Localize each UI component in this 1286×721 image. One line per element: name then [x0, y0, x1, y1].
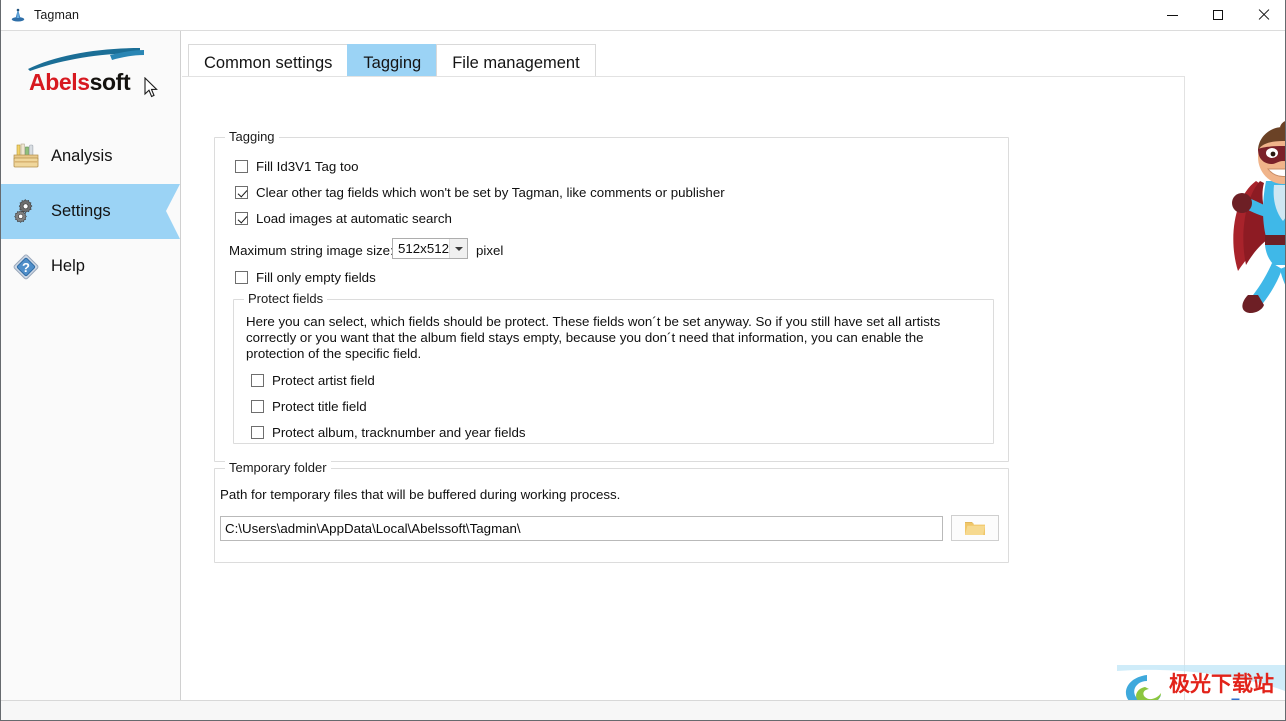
selection-arrow-icon: [166, 184, 180, 239]
tab-label: File management: [452, 53, 580, 72]
sidebar-item-label: Settings: [51, 202, 111, 220]
checkbox-label: Protect album, tracknumber and year fiel…: [272, 425, 526, 440]
checkbox-protect-album[interactable]: Protect album, tracknumber and year fiel…: [251, 425, 526, 440]
question-diamond-icon: ?: [11, 252, 41, 282]
tab-strip: Common settings Tagging File management: [182, 36, 1285, 81]
temporary-folder-group-title: Temporary folder: [225, 460, 331, 475]
temp-path-input[interactable]: C:\Users\admin\AppData\Local\Abelssoft\T…: [220, 516, 943, 541]
browse-folder-button[interactable]: [951, 515, 999, 541]
combobox-value: 512x512: [398, 241, 450, 256]
temp-path-value: C:\Users\admin\AppData\Local\Abelssoft\T…: [225, 521, 521, 536]
checkbox-box[interactable]: [251, 426, 264, 439]
status-bar: [1, 700, 1285, 720]
brand-logo: Abelssoft: [1, 31, 180, 109]
toolbox-icon: [11, 142, 41, 172]
checkbox-box[interactable]: [251, 374, 264, 387]
checkbox-box[interactable]: [235, 160, 248, 173]
checkbox-label: Clear other tag fields which won't be se…: [256, 185, 725, 200]
svg-text:极光下载站: 极光下载站: [1169, 672, 1274, 696]
maximize-button[interactable]: [1195, 0, 1241, 30]
maximize-icon: [1213, 10, 1223, 20]
checkbox-protect-artist[interactable]: Protect artist field: [251, 373, 375, 388]
pixel-unit-label: pixel: [476, 243, 504, 258]
folder-icon: [965, 522, 985, 535]
checkbox-box[interactable]: [251, 400, 264, 413]
brand-name-dark: soft: [89, 69, 131, 95]
sidebar-item-help[interactable]: ? Help: [1, 239, 180, 294]
checkbox-protect-title[interactable]: Protect title field: [251, 399, 367, 414]
brand-name-red: Abels: [29, 69, 90, 95]
temporary-folder-group: Temporary folder Path for temporary file…: [214, 460, 1009, 563]
svg-text:?: ?: [22, 260, 30, 275]
sidebar-item-label: Analysis: [51, 147, 113, 165]
application-window: Tagman Abelssoft Analysis Settings ? Hel…: [0, 0, 1286, 721]
checkbox-box[interactable]: [235, 186, 248, 199]
brand-wordmark: Abelssoft: [29, 69, 131, 96]
checkbox-clear-other-tag-fields[interactable]: Clear other tag fields which won't be se…: [235, 185, 725, 200]
checkbox-label: Load images at automatic search: [256, 211, 452, 226]
title-bar: Tagman: [1, 0, 1285, 31]
content-area: Common settings Tagging File management …: [182, 31, 1285, 701]
checkbox-box[interactable]: [235, 271, 248, 284]
checkbox-fill-id3v1[interactable]: Fill Id3V1 Tag too: [235, 159, 359, 174]
checkbox-load-images[interactable]: Load images at automatic search: [235, 211, 452, 226]
temporary-folder-description: Path for temporary files that will be bu…: [220, 487, 621, 502]
minimize-icon: [1166, 14, 1178, 16]
tagging-group-title: Tagging: [225, 129, 279, 144]
checkbox-fill-only-empty[interactable]: Fill only empty fields: [235, 270, 376, 285]
minimize-button[interactable]: [1149, 0, 1195, 30]
checkbox-box[interactable]: [235, 212, 248, 225]
sidebar-item-settings[interactable]: Settings: [1, 184, 180, 239]
checkbox-label: Protect artist field: [272, 373, 375, 388]
tab-label: Common settings: [204, 53, 333, 72]
max-image-size-label: Maximum string image size:: [229, 243, 394, 258]
checkbox-label: Fill only empty fields: [256, 270, 376, 285]
tab-panel-tagging: Tagging Fill Id3V1 Tag too Clear other t…: [182, 76, 1185, 701]
superhero-mascot: [1194, 119, 1285, 319]
sidebar-item-analysis[interactable]: Analysis: [1, 129, 180, 184]
tagging-group: Tagging Fill Id3V1 Tag too Clear other t…: [214, 129, 1009, 462]
protect-fields-group-title: Protect fields: [244, 291, 328, 306]
close-button[interactable]: [1241, 0, 1285, 30]
mouse-cursor-icon: [144, 77, 158, 98]
checkbox-label: Fill Id3V1 Tag too: [256, 159, 359, 174]
tagman-app-icon: [10, 7, 26, 23]
protect-fields-description: Here you can select, which fields should…: [246, 314, 941, 361]
max-image-size-combobox[interactable]: 512x512: [392, 238, 468, 259]
gears-icon: [11, 197, 41, 227]
sidebar-nav: Analysis Settings ? Help: [1, 129, 180, 294]
window-title: Tagman: [34, 8, 80, 22]
tab-label: Tagging: [363, 53, 422, 72]
close-icon: [1258, 9, 1270, 21]
sidebar: Abelssoft Analysis Settings ? Help: [1, 31, 181, 701]
protect-fields-group: Protect fields Here you can select, whic…: [233, 291, 994, 444]
checkbox-label: Protect title field: [272, 399, 367, 414]
chevron-down-icon[interactable]: [449, 239, 467, 258]
window-controls: [1149, 0, 1285, 30]
sidebar-item-label: Help: [51, 257, 85, 275]
